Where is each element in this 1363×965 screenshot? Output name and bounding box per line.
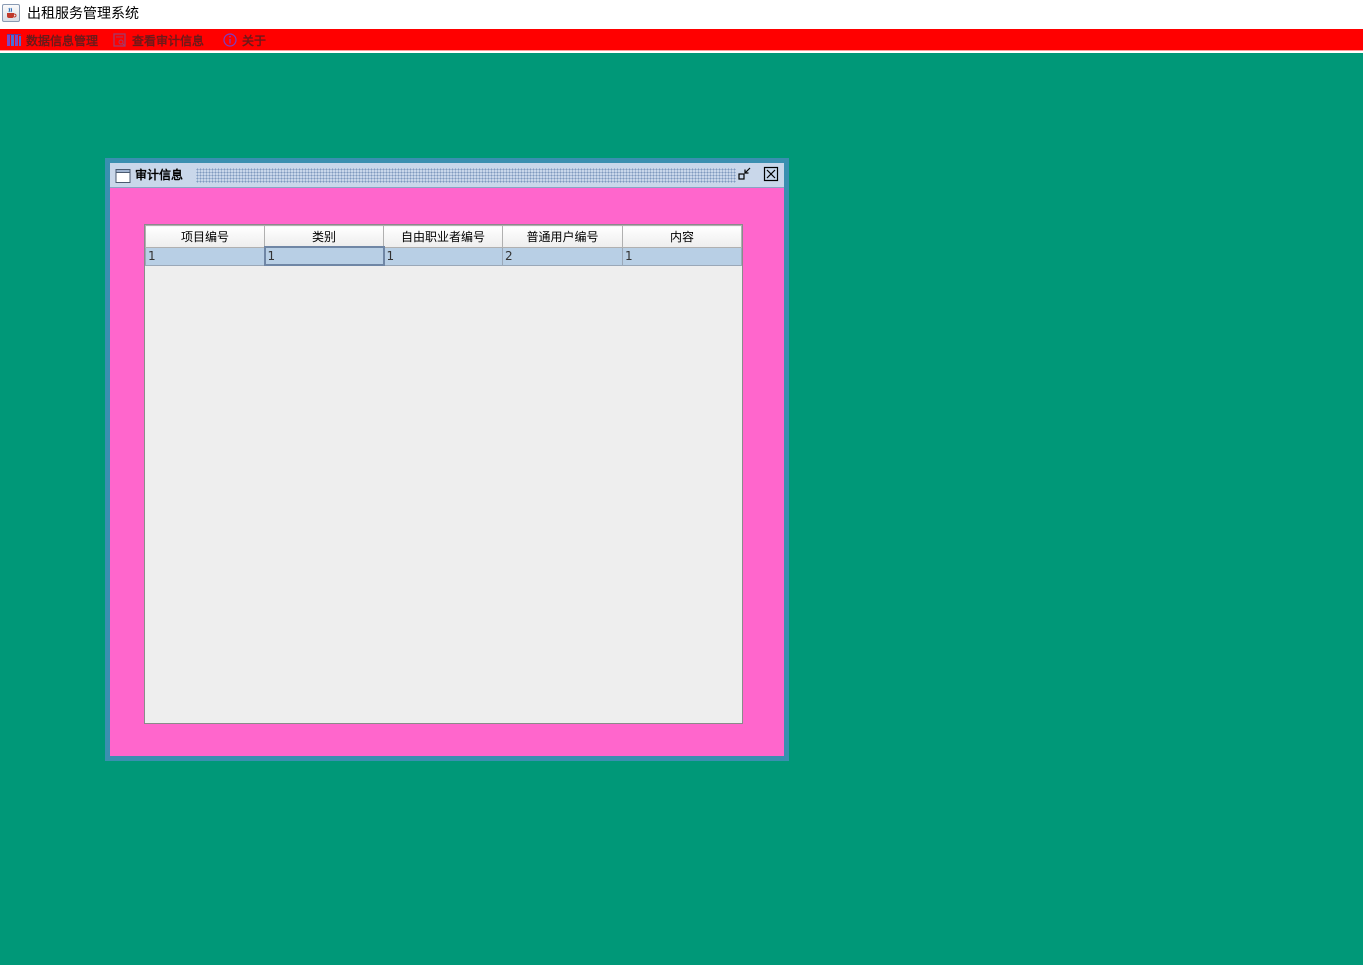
menu-about-label: 关于 xyxy=(242,33,267,48)
table-header-row: 项目编号 类别 自由职业者编号 普通用户编号 内容 xyxy=(145,225,742,248)
frame-icon xyxy=(115,169,131,183)
table-cell[interactable]: 1 xyxy=(383,246,503,266)
column-header-category[interactable]: 类别 xyxy=(264,225,384,248)
internal-frame-title: 审计信息 xyxy=(135,168,184,182)
close-icon[interactable] xyxy=(763,166,779,182)
table-cell-focused[interactable]: 1 xyxy=(263,246,385,266)
database-icon xyxy=(7,34,21,46)
column-header-project-id[interactable]: 项目编号 xyxy=(145,225,265,248)
internal-frame-titlebar[interactable]: 审计信息 xyxy=(110,163,784,188)
audit-internal-frame[interactable]: 审计信息 项目编号 类别 自由职业者编号 普通用户编号 内容 1 1 1 2 1 xyxy=(105,158,789,761)
audit-table-scrollpane[interactable]: 项目编号 类别 自由职业者编号 普通用户编号 内容 1 1 1 2 1 xyxy=(144,224,743,724)
menu-data-management-label: 数据信息管理 xyxy=(26,33,99,48)
menu-view-audit-label: 查看审计信息 xyxy=(132,33,205,48)
info-icon xyxy=(223,33,237,47)
column-header-freelancer-id[interactable]: 自由职业者编号 xyxy=(383,225,503,248)
restore-icon[interactable] xyxy=(737,166,753,182)
menu-data-management[interactable]: 数据信息管理 xyxy=(6,29,98,51)
titlebar-grip xyxy=(196,168,736,183)
audit-table[interactable]: 项目编号 类别 自由职业者编号 普通用户编号 内容 1 1 1 2 1 xyxy=(145,225,742,266)
table-cell[interactable]: 2 xyxy=(502,246,623,266)
menu-about[interactable]: 关于 xyxy=(222,29,266,51)
table-cell[interactable]: 1 xyxy=(622,246,742,266)
column-header-user-id[interactable]: 普通用户编号 xyxy=(502,225,623,248)
table-row[interactable]: 1 1 1 2 1 xyxy=(145,246,742,266)
window-title: 出租服务管理系统 xyxy=(27,6,139,22)
window-titlebar: 出租服务管理系统 xyxy=(0,0,1363,29)
menu-bar: 数据信息管理 查看审计信息 关于 xyxy=(0,29,1363,51)
menubar-separator xyxy=(0,51,1363,53)
java-cup-icon xyxy=(2,4,20,22)
table-cell[interactable]: 1 xyxy=(145,246,265,266)
menu-view-audit[interactable]: 查看审计信息 xyxy=(112,29,204,51)
column-header-content[interactable]: 内容 xyxy=(622,225,742,248)
document-view-icon xyxy=(113,33,126,47)
